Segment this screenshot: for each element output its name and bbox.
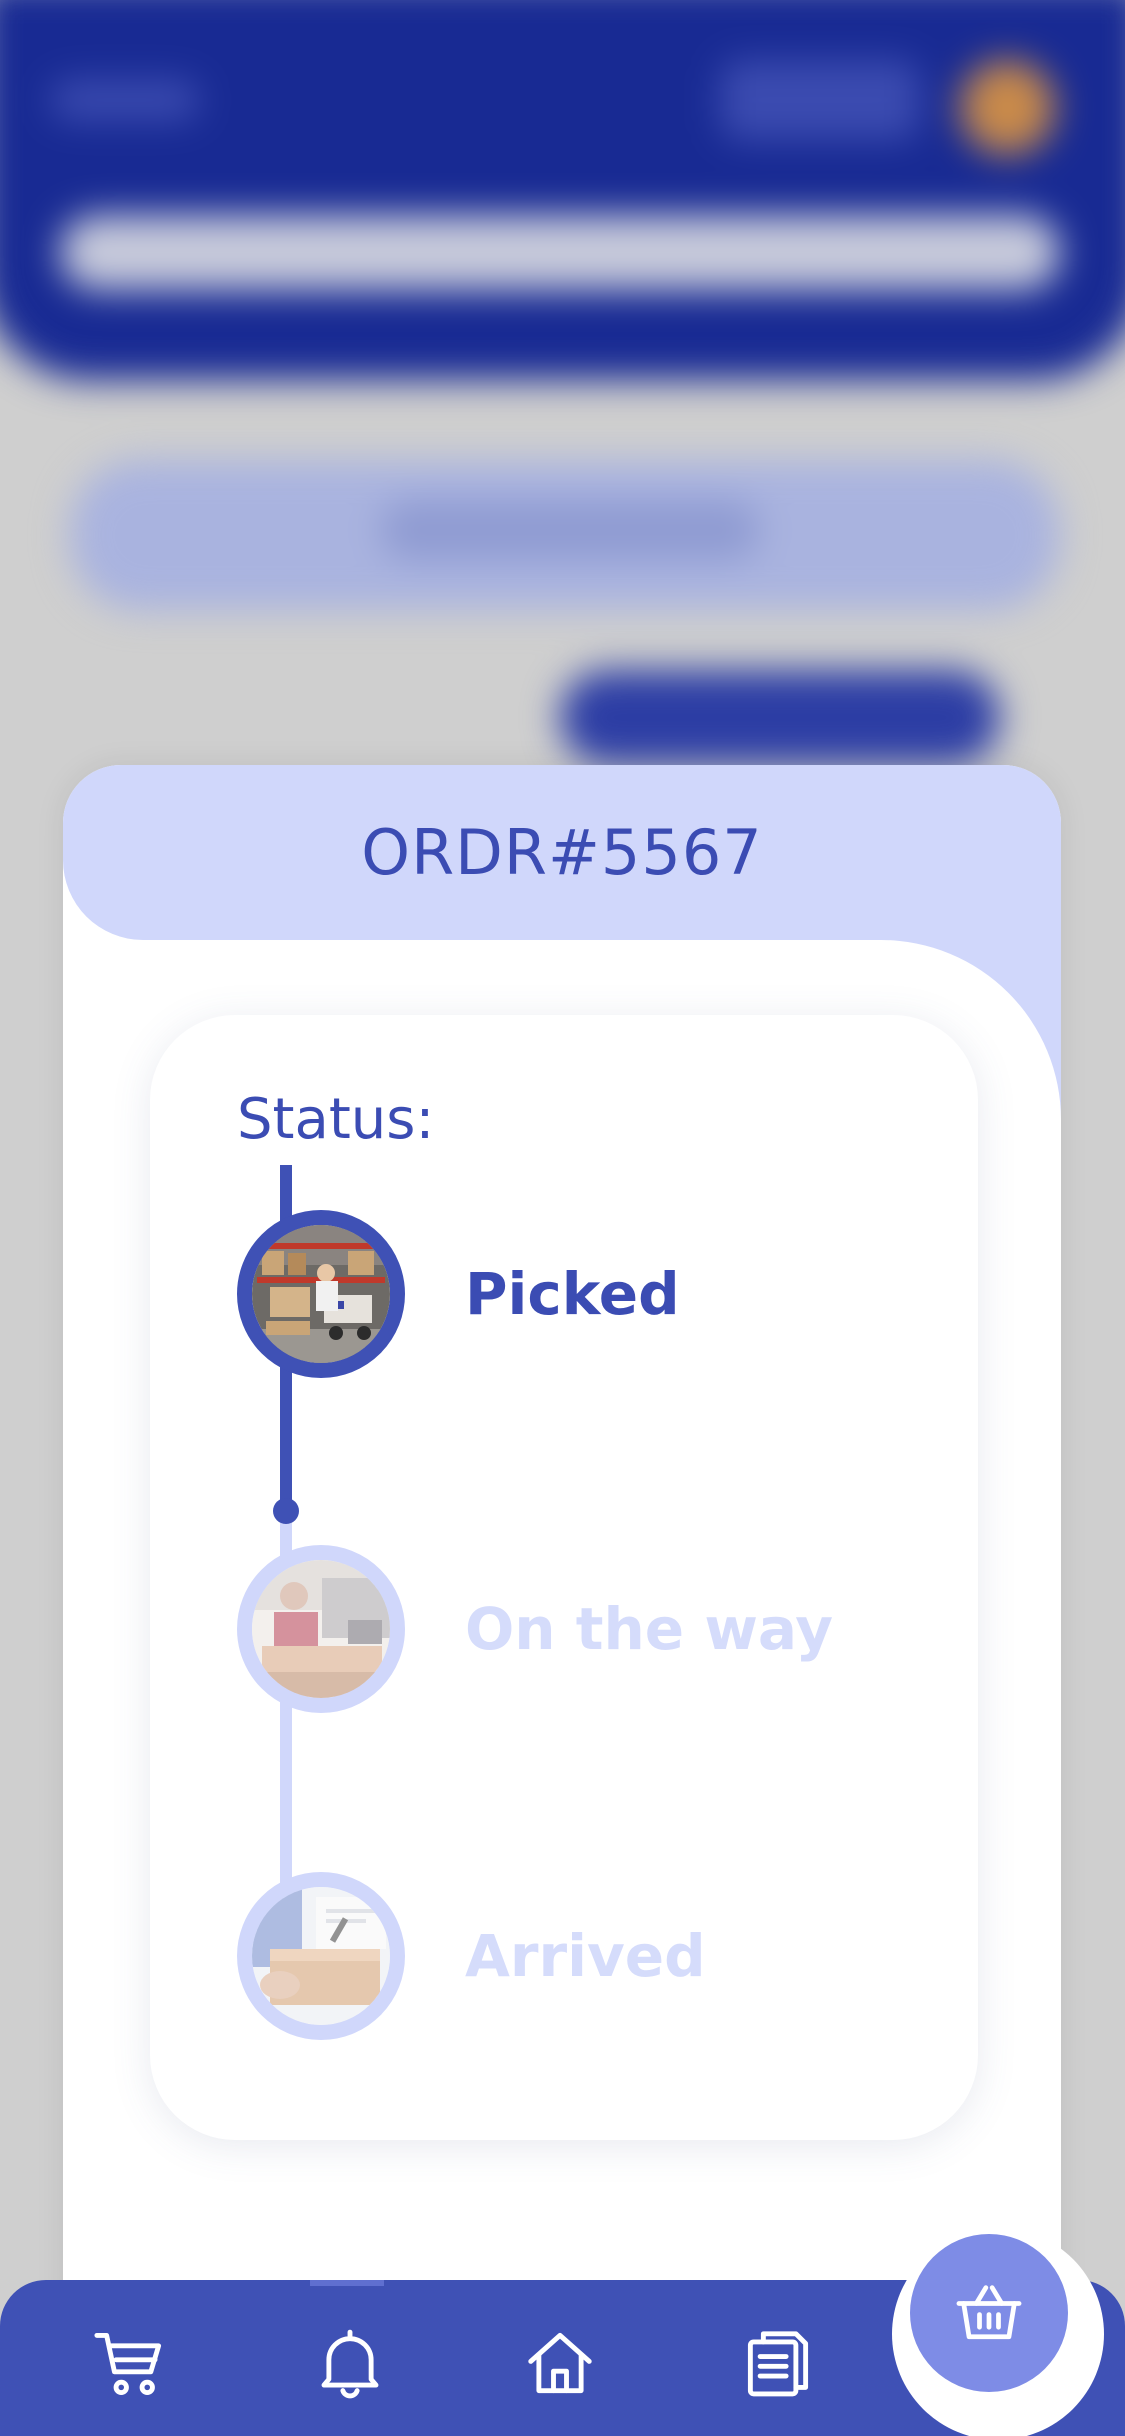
nav-home-button[interactable]: [515, 2318, 605, 2408]
progress-dot: [273, 1498, 299, 1524]
nav-active-indicator: [310, 2280, 384, 2286]
step-label-picked: Picked: [465, 1260, 680, 1328]
delivery-van-photo-icon: [237, 1545, 405, 1713]
background-greeting: [50, 80, 200, 120]
basket-fab-button[interactable]: [910, 2234, 1068, 2392]
order-number: ORDR#5567: [361, 816, 763, 889]
background-header: [0, 0, 1125, 380]
background-action-button: [560, 670, 1000, 765]
nav-cart-button[interactable]: [86, 2318, 176, 2408]
step-label-arrived: Arrived: [465, 1922, 706, 1990]
order-modal: ORDR#5567 Status: Picked On the way Arri…: [63, 765, 1061, 2436]
background-search-bar: [60, 215, 1060, 290]
step-label-on-the-way: On the way: [465, 1595, 834, 1663]
warehouse-photo-icon: [237, 1210, 405, 1378]
basket-icon: [956, 2285, 1022, 2340]
background-user-name: [720, 60, 920, 140]
status-label: Status:: [237, 1087, 435, 1152]
status-card: Status: Picked On the way Arrived: [150, 1015, 978, 2140]
bell-icon: [321, 2329, 379, 2399]
home-icon: [528, 2332, 592, 2394]
order-status-screen: ORDR#5567 Status: Picked On the way Arri…: [0, 0, 1125, 2436]
background-avatar: [960, 60, 1055, 155]
cart-icon: [94, 2332, 162, 2396]
documents-icon: [747, 2331, 809, 2397]
nav-notifications-button[interactable]: [305, 2318, 395, 2408]
background-banner-text: [380, 500, 760, 560]
nav-orders-button[interactable]: [733, 2318, 823, 2408]
package-handover-photo-icon: [237, 1872, 405, 2040]
